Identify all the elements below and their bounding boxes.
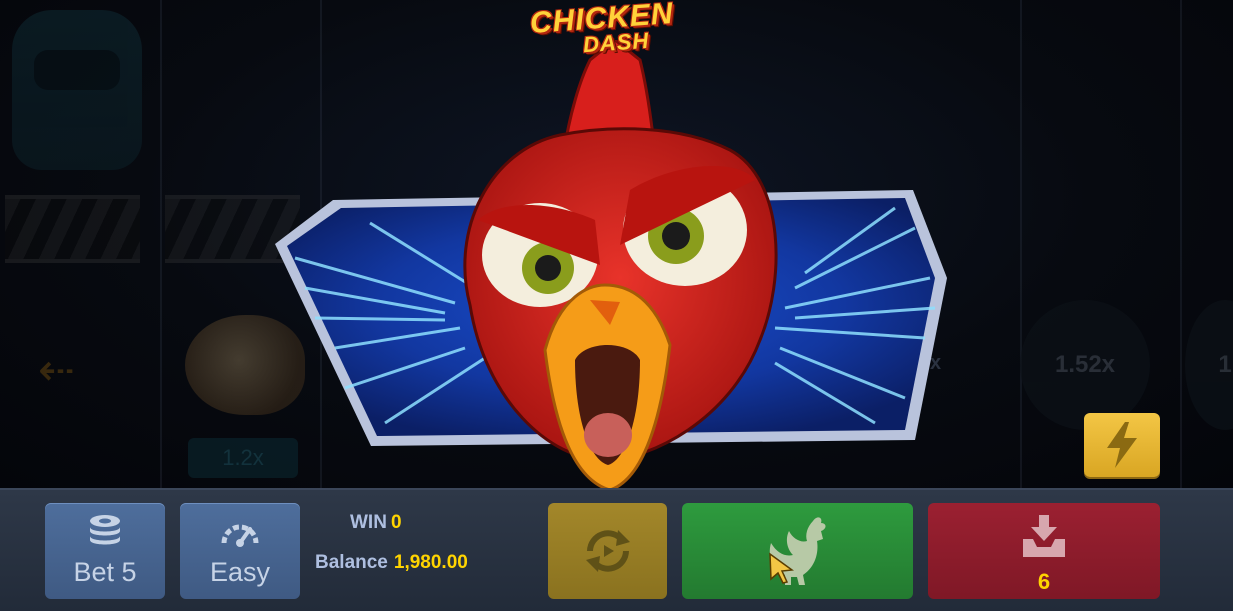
difficulty-label: Easy: [209, 557, 271, 587]
autoplay-arrows-icon: [585, 530, 630, 572]
win-value: 0: [390, 512, 402, 533]
balance-label: Balance: [315, 552, 388, 573]
car-silhouette: [12, 10, 142, 170]
cashout-button[interactable]: 6: [928, 503, 1160, 599]
go-button[interactable]: [682, 503, 913, 599]
cashout-value: 6: [1037, 569, 1051, 594]
pointer-cursor-icon: [769, 552, 794, 584]
lane-divider: [1020, 0, 1022, 488]
bet-button[interactable]: Bet 5: [45, 503, 165, 599]
lane-divider: [1180, 0, 1182, 488]
coin-stack-icon: [90, 515, 120, 545]
speedometer-icon: [221, 524, 259, 547]
turbo-button[interactable]: [1084, 413, 1160, 477]
barrier: [5, 195, 140, 263]
difficulty-button[interactable]: Easy: [180, 503, 300, 599]
lightning-icon: [1107, 422, 1137, 468]
balance-display: Balance 1,980.00: [315, 552, 468, 574]
angry-chicken-character: [463, 40, 778, 492]
bet-label: Bet 5: [73, 557, 137, 587]
balance-value: 1,980.00: [393, 552, 468, 573]
autoplay-button[interactable]: [548, 503, 667, 599]
win-display: WIN 0: [350, 512, 402, 534]
lane-divider: [160, 0, 162, 488]
back-arrow-icon: ⇠: [38, 346, 75, 395]
win-label: WIN: [350, 512, 387, 533]
lane-multiplier-circle: 1: [1185, 300, 1233, 430]
lane-multiplier-circle: 1.52x: [1020, 300, 1150, 430]
chicken-dash-logo: CHICKEN DASH: [528, 0, 675, 58]
download-tray-icon: [1023, 515, 1065, 557]
